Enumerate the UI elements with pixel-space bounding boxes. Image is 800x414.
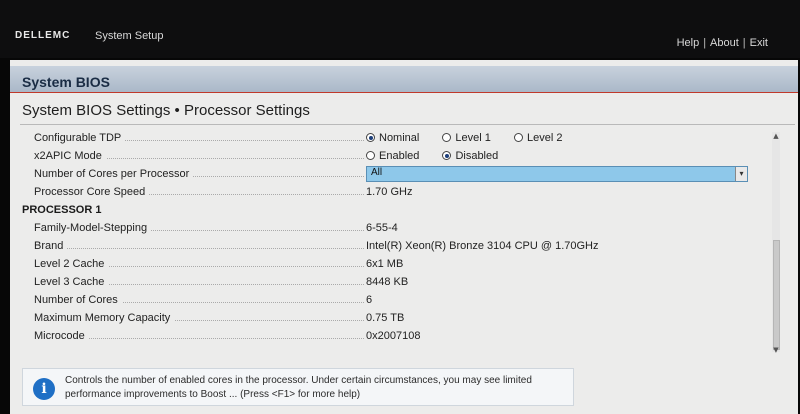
app-title: System Setup xyxy=(95,30,164,42)
setting-label: x2APIC Mode xyxy=(34,150,106,162)
help-link[interactable]: Help xyxy=(677,37,700,49)
scroll-up-icon[interactable]: ▲ xyxy=(772,132,780,140)
leader-dots xyxy=(34,248,364,249)
main-panel: System BIOS System BIOS Settings • Proce… xyxy=(10,60,798,414)
tdp-level1-radio[interactable]: Level 1 xyxy=(442,132,491,144)
info-label: Brand xyxy=(34,240,68,252)
info-label: Microcode xyxy=(34,330,89,342)
setting-configurable-tdp: Configurable TDP Nominal Level 1 Level 2 xyxy=(10,130,780,148)
radio-selected-icon xyxy=(442,151,452,160)
tdp-level2-radio[interactable]: Level 2 xyxy=(513,132,562,144)
x2apic-disabled-radio[interactable]: Disabled xyxy=(442,150,498,162)
vertical-scrollbar[interactable]: ▲ ▼ xyxy=(772,132,780,354)
setting-x2apic-mode: x2APIC Mode Enabled Disabled xyxy=(10,148,780,166)
radio-selected-icon xyxy=(366,133,375,142)
info-label: Level 2 Cache xyxy=(34,258,109,270)
dell-emc-logo: DELLEMC xyxy=(15,30,71,41)
setting-value: 1.70 GHz xyxy=(366,186,413,198)
setting-label: Number of Cores per Processor xyxy=(34,168,194,180)
top-bar: DELLEMC System Setup Help | About | Exit xyxy=(0,0,800,58)
info-row: Brand Intel(R) Xeon(R) Bronze 3104 CPU @… xyxy=(10,238,780,256)
title-divider xyxy=(20,124,795,125)
info-value: 6-55-4 xyxy=(366,222,398,234)
info-value: 0.75 TB xyxy=(366,312,405,324)
setting-label: Configurable TDP xyxy=(34,132,126,144)
section-title: System BIOS xyxy=(22,74,110,90)
info-value: 6 xyxy=(366,294,373,306)
page-title: System BIOS Settings • Processor Setting… xyxy=(22,102,310,119)
setting-cores-per-processor: Number of Cores per Processor All ▾ xyxy=(10,166,780,184)
section-bar: System BIOS xyxy=(10,66,798,93)
link-separator: | xyxy=(742,37,746,49)
info-label: Maximum Memory Capacity xyxy=(34,312,175,324)
info-row: Microcode 0x2007108 xyxy=(10,328,780,346)
info-label: Level 3 Cache xyxy=(34,276,109,288)
link-separator: | xyxy=(703,37,707,49)
x2apic-enabled-radio[interactable]: Enabled xyxy=(366,150,419,162)
about-link[interactable]: About xyxy=(710,37,739,49)
exit-link[interactable]: Exit xyxy=(750,37,768,49)
radio-empty-icon xyxy=(513,133,523,142)
scroll-down-icon[interactable]: ▼ xyxy=(772,346,780,354)
radio-empty-icon xyxy=(442,133,452,142)
help-panel: i Controls the number of enabled cores i… xyxy=(22,368,574,406)
scrollbar-thumb[interactable] xyxy=(773,240,780,350)
info-row: Level 2 Cache 6x1 MB xyxy=(10,256,780,274)
info-icon: i xyxy=(33,378,55,400)
info-row: Family-Model-Stepping 6-55-4 xyxy=(10,220,780,238)
radio-empty-icon xyxy=(366,151,375,160)
top-links: Help | About | Exit xyxy=(677,37,768,49)
cores-per-processor-dropdown[interactable]: All ▾ xyxy=(366,166,748,182)
info-value: 8448 KB xyxy=(366,276,409,288)
info-label: Number of Cores xyxy=(34,294,122,306)
info-label: Family-Model-Stepping xyxy=(34,222,152,234)
info-value: 0x2007108 xyxy=(366,330,421,342)
info-value: 6x1 MB xyxy=(366,258,404,270)
info-row: Level 3 Cache 8448 KB xyxy=(10,274,780,292)
info-value: Intel(R) Xeon(R) Bronze 3104 CPU @ 1.70G… xyxy=(366,240,599,252)
info-row: Maximum Memory Capacity 0.75 TB xyxy=(10,310,780,328)
setting-core-speed: Processor Core Speed 1.70 GHz xyxy=(10,184,780,202)
chevron-down-icon[interactable]: ▾ xyxy=(735,167,747,181)
help-text: Controls the number of enabled cores in … xyxy=(65,375,532,400)
processor-1-heading: PROCESSOR 1 xyxy=(22,204,102,216)
info-row: Number of Cores 6 xyxy=(10,292,780,310)
dropdown-value: All xyxy=(371,167,383,178)
tdp-nominal-radio[interactable]: Nominal xyxy=(366,132,419,144)
setting-label: Processor Core Speed xyxy=(34,186,150,198)
